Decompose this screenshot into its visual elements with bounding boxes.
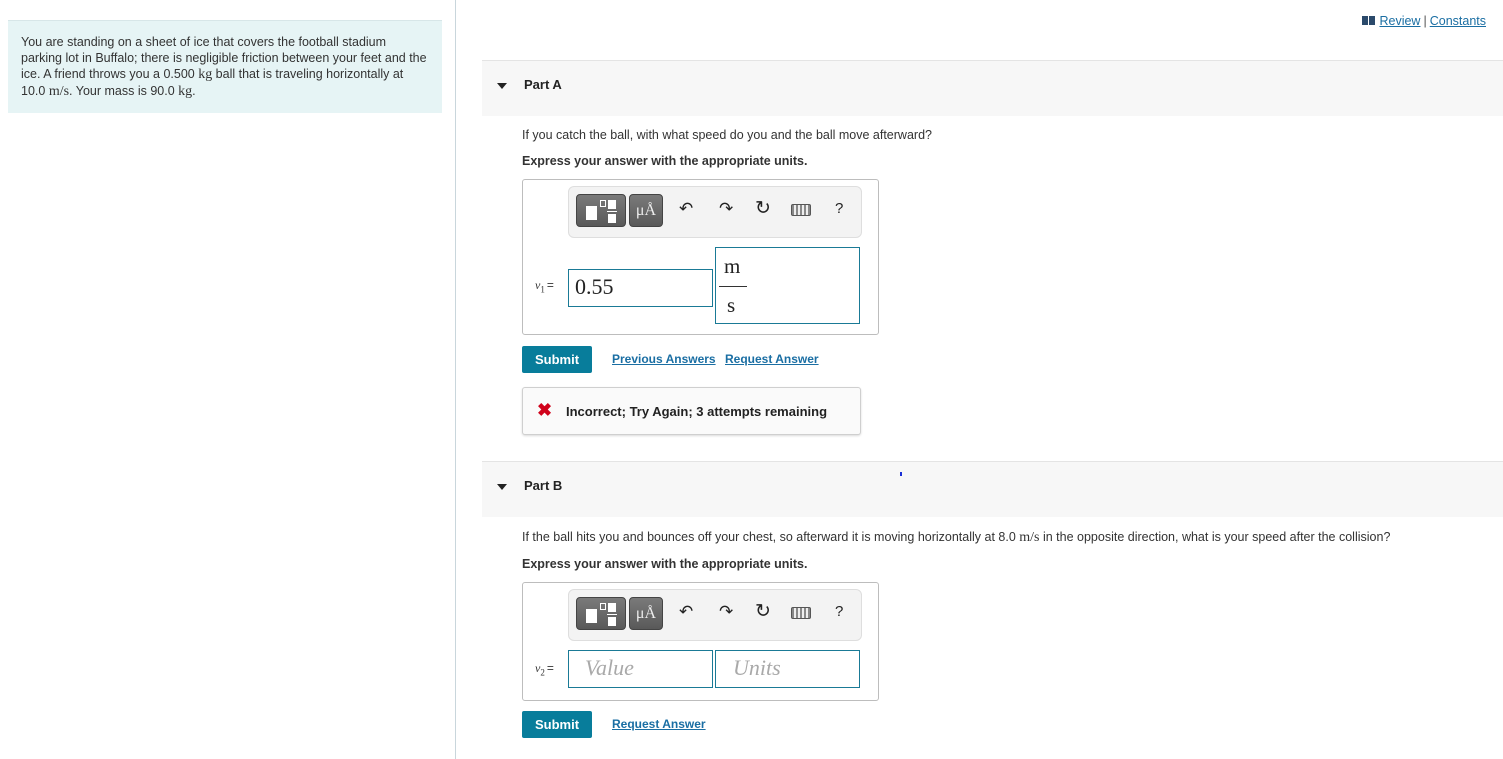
unit-numerator: m — [724, 254, 741, 278]
math-toolbar: μÅ ↶ ↷ ↻ ? — [568, 589, 862, 641]
variable-label: v2 = — [535, 661, 554, 678]
part-b-submit-button[interactable]: Submit — [522, 711, 592, 738]
keyboard-icon[interactable] — [791, 607, 811, 619]
units-input[interactable]: m s — [715, 247, 860, 324]
undo-icon[interactable]: ↶ — [679, 199, 693, 219]
feedback-box: ✖ Incorrect; Try Again; 3 attempts remai… — [522, 387, 861, 435]
book-icon — [1362, 16, 1376, 25]
feedback-message: Incorrect; Try Again; 3 attempts remaini… — [566, 404, 828, 419]
reset-icon[interactable]: ↻ — [755, 602, 771, 622]
templates-button[interactable] — [576, 597, 626, 630]
unit-denominator: s — [727, 293, 736, 317]
units-input[interactable]: Units — [715, 650, 860, 688]
variable-label: v1 = — [535, 278, 554, 295]
part-a-header[interactable]: Part A — [482, 60, 1503, 116]
redo-icon[interactable]: ↷ — [719, 199, 733, 219]
part-a-request-answer-link[interactable]: Request Answer — [725, 352, 819, 366]
caret-down-icon — [497, 484, 507, 490]
part-b-title: Part B — [524, 478, 563, 493]
redo-icon[interactable]: ↷ — [719, 602, 733, 622]
units-button[interactable]: μÅ — [629, 194, 663, 227]
part-a-question: If you catch the ball, with what speed d… — [522, 128, 932, 142]
value-input[interactable]: Value — [568, 650, 713, 688]
unit-ms: m/s — [48, 84, 70, 99]
keyboard-icon[interactable] — [791, 204, 811, 216]
constants-link[interactable]: Constants — [1430, 14, 1486, 28]
reset-icon[interactable]: ↻ — [755, 199, 771, 219]
panel-divider — [455, 0, 456, 759]
undo-icon[interactable]: ↶ — [679, 602, 693, 622]
problem-text: . Your mass is 90.0 — [69, 84, 179, 98]
part-b-answer-box: μÅ ↶ ↷ ↻ ? v2 = Value Units — [522, 582, 879, 701]
part-a-instruction: Express your answer with the appropriate… — [522, 154, 808, 168]
link-separator: | — [1423, 14, 1427, 28]
part-b-instruction: Express your answer with the appropriate… — [522, 557, 808, 571]
incorrect-icon: ✖ — [537, 400, 553, 420]
part-a-title: Part A — [524, 77, 562, 92]
part-b-header[interactable]: Part B — [482, 461, 1503, 517]
part-a-answer-box: μÅ ↶ ↷ ↻ ? v1 = 0.55 m s — [522, 179, 879, 335]
caret-down-icon — [497, 83, 507, 89]
value-input[interactable]: 0.55 — [568, 269, 713, 307]
problem-text: . — [192, 84, 196, 98]
help-icon[interactable]: ? — [835, 602, 843, 622]
problem-statement: You are standing on a sheet of ice that … — [8, 20, 442, 113]
review-link[interactable]: Review — [1379, 14, 1420, 28]
part-a-submit-button[interactable]: Submit — [522, 346, 592, 373]
fraction-bar — [719, 286, 747, 287]
previous-answers-link[interactable]: Previous Answers — [612, 352, 716, 366]
templates-button[interactable] — [576, 194, 626, 227]
math-toolbar: μÅ ↶ ↷ ↻ ? — [568, 186, 862, 238]
help-icon[interactable]: ? — [835, 199, 843, 219]
unit-kg: kg — [198, 67, 213, 82]
part-b-question: If the ball hits you and bounces off you… — [522, 530, 1391, 545]
cursor-mark — [900, 472, 902, 476]
units-button[interactable]: μÅ — [629, 597, 663, 630]
unit-kg: kg — [178, 84, 193, 99]
top-links: Review | Constants — [1362, 14, 1486, 28]
part-b-request-answer-link[interactable]: Request Answer — [612, 717, 706, 731]
